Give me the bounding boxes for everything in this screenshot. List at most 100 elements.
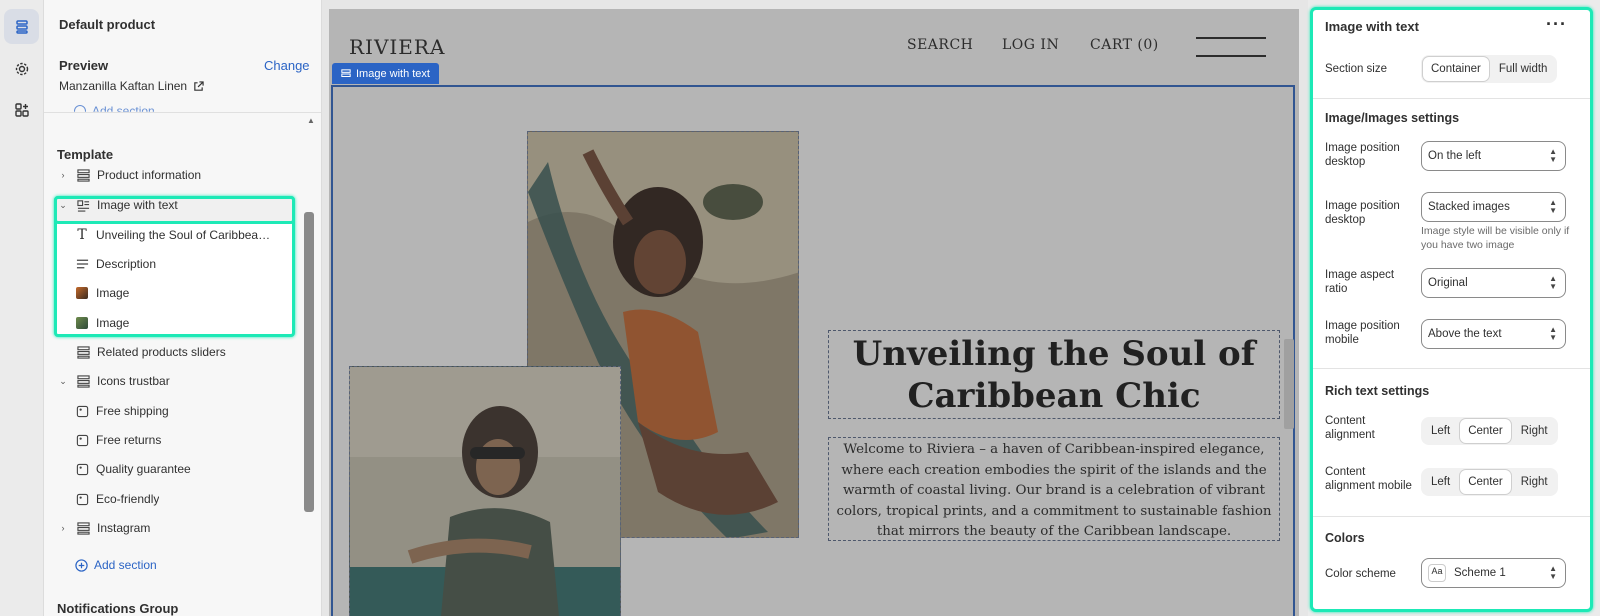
colors-heading: Colors: [1325, 531, 1365, 545]
settings-panel: Image with text ··· Section size Contain…: [1308, 0, 1600, 616]
image-thumbnail-icon: [74, 315, 90, 331]
align-right[interactable]: Right: [1513, 419, 1556, 443]
add-section-top[interactable]: Add section: [74, 104, 155, 112]
tree-item-label: Unveiling the Soul of Caribbean ...: [96, 228, 274, 242]
tree-item-label: Instagram: [97, 521, 151, 535]
tree-item-icons-trustbar[interactable]: ⌄ Icons trustbar: [44, 368, 304, 394]
tree-item-label: Image: [96, 316, 130, 330]
select-value: Above the text: [1428, 328, 1502, 340]
section-icon: [75, 344, 91, 360]
tree-item-related-products[interactable]: Related products sliders: [44, 339, 304, 365]
section-description[interactable]: Welcome to Riviera – a haven of Caribbea…: [828, 437, 1280, 541]
image-position-desktop-select[interactable]: On the left ▲ ▼: [1421, 141, 1566, 171]
collapse-caret-icon[interactable]: ▲: [307, 116, 315, 125]
section-size-toggle: Container Full width: [1421, 55, 1558, 83]
tree-item-free-shipping[interactable]: Free shipping: [44, 398, 304, 424]
tree-item-label: Free shipping: [96, 404, 169, 418]
image-style-select[interactable]: Stacked images ▲ ▼: [1421, 192, 1566, 222]
panel-divider: [1313, 98, 1590, 99]
block-icon: [74, 432, 90, 448]
notifications-group-heading: Notifications Group: [57, 601, 179, 616]
more-icon[interactable]: ···: [1546, 14, 1567, 35]
tree-item-label: Quality guarantee: [96, 462, 191, 476]
color-scheme-label: Color scheme: [1325, 568, 1396, 580]
aspect-ratio-label: Image aspect ratio: [1325, 269, 1395, 295]
section-icon: [341, 68, 351, 77]
align-center[interactable]: Center: [1460, 419, 1511, 443]
chevron-up-down-icon: ▲ ▼: [1549, 564, 1557, 581]
tree-item-label: Description: [96, 257, 157, 271]
add-section-button[interactable]: Add section: [75, 558, 157, 572]
chevron-down-icon[interactable]: ⌄: [56, 376, 70, 387]
sections-icon[interactable]: [4, 9, 39, 44]
section-size-full-width[interactable]: Full width: [1491, 57, 1556, 81]
select-value: Scheme 1: [1454, 567, 1506, 579]
color-scheme-select[interactable]: Aa Scheme 1 ▲ ▼: [1421, 558, 1566, 588]
content-alignment-toggle: Left Center Right: [1421, 417, 1558, 445]
panel-divider: [1313, 516, 1590, 517]
align-right[interactable]: Right: [1513, 470, 1556, 494]
pool-photo[interactable]: [349, 366, 621, 616]
section-tab-label: Image with text: [356, 67, 430, 80]
section-size-label: Section size: [1325, 63, 1388, 75]
aspect-ratio-select[interactable]: Original ▲ ▼: [1421, 268, 1566, 298]
menu-icon[interactable]: [1196, 37, 1266, 57]
section-heading[interactable]: Unveiling the Soul of Caribbean Chic: [828, 330, 1280, 419]
tree-item-instagram[interactable]: › Instagram: [44, 515, 304, 541]
tree-item-label: Eco-friendly: [96, 492, 160, 506]
section-icon: [75, 520, 91, 536]
image-position-mobile-label: Image position mobile: [1325, 320, 1400, 346]
chevron-right-icon[interactable]: ›: [56, 523, 70, 533]
tree-item-label: Product information: [97, 168, 202, 182]
nav-search[interactable]: SEARCH: [907, 37, 973, 53]
add-section-label: Add section: [94, 558, 157, 572]
tree-item-quality-guarantee[interactable]: Quality guarantee: [44, 456, 304, 482]
preview-label: Preview: [59, 58, 109, 73]
tree-item-product-information[interactable]: › Product information: [44, 162, 304, 188]
image-position-desktop-label: Image position desktop: [1325, 142, 1400, 168]
tree-item-image-with-text[interactable]: ⌄ Image with text: [44, 192, 304, 218]
color-scheme-swatch: Aa: [1428, 564, 1446, 582]
gear-icon[interactable]: [4, 51, 39, 86]
select-value: On the left: [1428, 150, 1482, 162]
tree-item-free-returns[interactable]: Free returns: [44, 427, 304, 453]
nav-cart[interactable]: CART (0): [1090, 37, 1159, 53]
section-tab[interactable]: Image with text: [332, 63, 439, 84]
sections-sidebar: Default product Preview Change Manzanill…: [44, 0, 322, 616]
image-thumbnail-icon: [74, 285, 90, 301]
align-center[interactable]: Center: [1460, 470, 1511, 494]
nav-login[interactable]: LOG IN: [1002, 37, 1059, 53]
sidebar-scrollbar[interactable]: [304, 212, 314, 512]
rich-text-heading: Rich text settings: [1325, 384, 1430, 398]
tree-item-heading-block[interactable]: T Unveiling the Soul of Caribbean ...: [44, 222, 304, 248]
apps-icon[interactable]: [4, 92, 39, 127]
image-style-hint: Image style will be visible only if you …: [1421, 225, 1570, 251]
image-style-label: Image position desktop: [1325, 200, 1400, 226]
settings-card: Image with text ··· Section size Contain…: [1310, 7, 1593, 612]
section-size-container[interactable]: Container: [1423, 57, 1489, 81]
panel-title: Image with text: [1325, 19, 1419, 34]
image-position-mobile-select[interactable]: Above the text ▲ ▼: [1421, 319, 1566, 349]
external-link-icon: [194, 80, 204, 91]
chevron-right-icon[interactable]: ›: [56, 170, 70, 180]
image-text-icon: [75, 197, 91, 213]
store-logo[interactable]: RIVIERA: [349, 35, 445, 59]
tree-item-image[interactable]: Image: [44, 280, 304, 306]
change-link[interactable]: Change: [264, 58, 310, 73]
storefront-preview: RIVIERA SEARCH LOG IN CART (0) Unveiling…: [329, 9, 1299, 616]
align-left[interactable]: Left: [1423, 419, 1458, 443]
block-icon: [74, 403, 90, 419]
template-heading: Template: [57, 147, 114, 162]
sidebar-divider: [44, 112, 321, 113]
tree-item-description[interactable]: Description: [44, 251, 304, 277]
tree-item-label: Related products sliders: [97, 345, 226, 359]
chevron-down-icon[interactable]: ⌄: [56, 200, 70, 211]
preview-scrollbar[interactable]: [1284, 339, 1294, 429]
block-icon: [74, 491, 90, 507]
block-icon: [74, 461, 90, 477]
align-left[interactable]: Left: [1423, 470, 1458, 494]
tree-item-eco-friendly[interactable]: Eco-friendly: [44, 486, 304, 512]
content-alignment-mobile-label: Content alignment mobile: [1325, 466, 1412, 492]
preview-product[interactable]: Manzanilla Kaftan Linen: [59, 79, 204, 93]
tree-item-image[interactable]: Image: [44, 310, 304, 336]
